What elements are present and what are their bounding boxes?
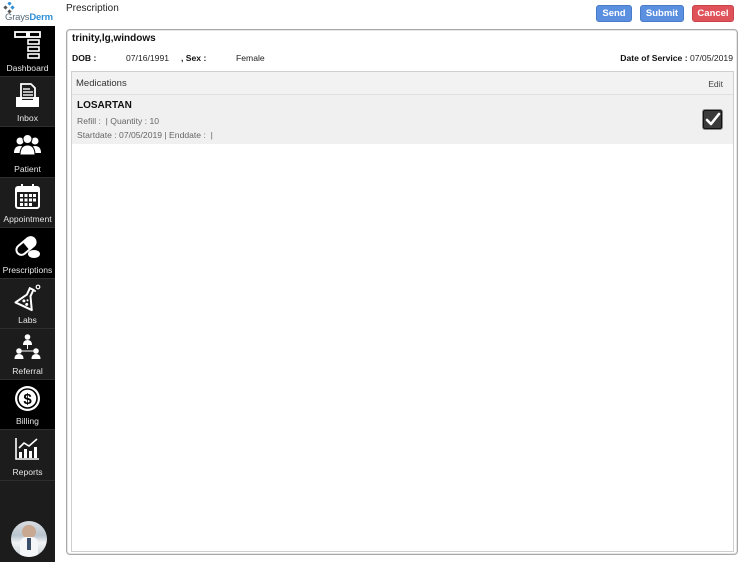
medications-header: Medications Edit [72,72,733,95]
sidebar-item-label: Patient [14,163,41,174]
calendar-icon [15,183,40,209]
sidebar-item-prescriptions[interactable]: Prescriptions [0,228,55,279]
sidebar-item-billing[interactable]: $ Billing [0,379,55,430]
app: GraysDerm Dashboard Inbox Patient Appoin… [0,0,750,562]
flask-icon [14,284,41,311]
sidebar: GraysDerm Dashboard Inbox Patient Appoin… [0,0,55,562]
sidebar-item-label: Appointment [3,214,52,224]
medication-name: LOSARTAN [77,100,132,111]
svg-text:$: $ [23,391,32,408]
inbox-tray-icon [16,82,39,107]
medications-section: Medications Edit LOSARTAN Refill : | Qua… [71,71,734,552]
sidebar-item-referral[interactable]: Referral [0,329,55,380]
referral-tree-icon [14,334,41,359]
dob-value: 07/16/1991 [126,53,170,63]
medication-refill-quantity: Refill : | Quantity : 10 [77,116,159,126]
sidebar-item-label: Reports [12,466,43,477]
pill-icon [15,236,40,258]
dob-label: DOB : [72,53,97,63]
sidebar-item-appointment[interactable]: Appointment [0,177,55,228]
edit-medications-link[interactable]: Edit [708,79,723,89]
brand-name: GraysDerm [5,12,53,23]
medication-checkbox[interactable] [703,110,722,129]
cancel-button[interactable]: Cancel [692,5,734,22]
medications-title: Medications [76,78,127,89]
user-avatar[interactable] [11,521,47,557]
dollar-circle-icon: $ [15,385,40,411]
dos-label: Date of Service : [620,53,688,63]
sidebar-item-label: Inbox [16,113,39,123]
patient-name: trinity,lg,windows [72,33,156,44]
dashboard-icon [14,31,41,59]
medication-row[interactable]: LOSARTAN Refill : | Quantity : 10 Startd… [72,95,733,144]
page-title: Prescription [66,3,119,14]
sidebar-item-label: Prescriptions [2,264,53,275]
sidebar-item-dashboard[interactable]: Dashboard [0,26,55,77]
date-of-service: Date of Service : 07/05/2019 [620,53,733,63]
medication-dates: Startdate : 07/05/2019 | Enddate : | [77,130,213,140]
sidebar-item-label: Referral [12,365,43,376]
sidebar-item-patient[interactable]: Patient [0,127,55,178]
bar-chart-icon [15,438,39,460]
sidebar-nav: Dashboard Inbox Patient Appointment Pres… [0,26,55,481]
dos-value: 07/05/2019 [689,53,733,63]
sidebar-item-label: Billing [16,416,39,426]
sex-value: Female [236,53,265,63]
sidebar-item-label: Labs [18,315,37,325]
send-button[interactable]: Send [596,5,632,22]
avatar-tie [27,538,31,550]
sidebar-item-label: Dashboard [6,62,49,73]
brand-logo: GraysDerm [0,0,55,26]
sidebar-item-labs[interactable]: Labs [0,278,55,329]
people-icon [14,134,41,156]
sidebar-item-reports[interactable]: Reports [0,430,55,481]
sex-label: , Sex : [181,53,207,63]
prescription-panel: trinity,lg,windows DOB : 07/16/1991 , Se… [66,29,738,555]
checkmark-icon [705,112,721,126]
submit-button[interactable]: Submit [640,5,684,22]
sidebar-item-inbox[interactable]: Inbox [0,76,55,127]
